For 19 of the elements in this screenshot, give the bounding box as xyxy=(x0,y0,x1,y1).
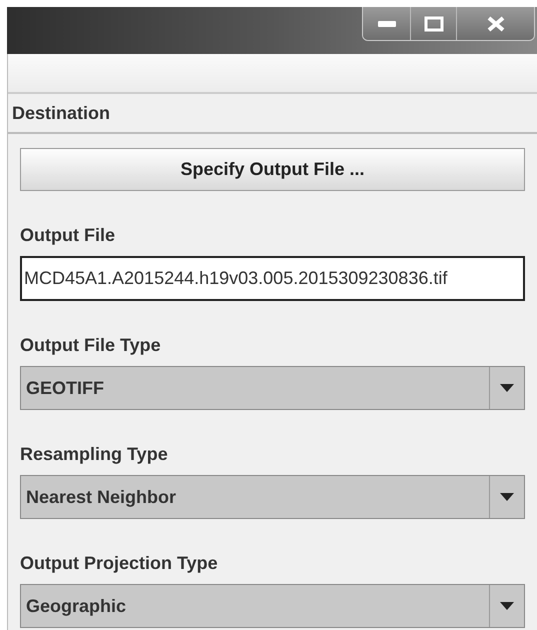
field-label: Resampling Type xyxy=(20,444,169,465)
close-button[interactable] xyxy=(456,7,534,40)
field-label: Output Projection Type xyxy=(20,553,219,574)
dropdown[interactable]: GEOTIFF xyxy=(20,366,525,410)
minimize-icon xyxy=(378,20,396,26)
close-icon xyxy=(486,16,504,32)
field-label: Output File Type xyxy=(20,335,162,356)
maximize-icon xyxy=(424,16,444,32)
section-header: Destination xyxy=(8,94,537,134)
dropdown[interactable]: Geographic xyxy=(20,584,525,628)
minimize-button[interactable] xyxy=(363,7,410,40)
maximize-button[interactable] xyxy=(410,7,456,40)
dropdown[interactable]: Nearest Neighbor xyxy=(20,475,525,519)
output-file-field[interactable]: MCD45A1.A2015244.h19v03.005.2015309230836.tif xyxy=(20,256,525,301)
caret-icon xyxy=(500,493,514,501)
caret-icon xyxy=(500,602,514,610)
specify-output-button[interactable]: Specify Output File ... xyxy=(20,148,525,191)
caret-icon xyxy=(500,384,514,392)
field-label: Output File xyxy=(20,225,116,246)
